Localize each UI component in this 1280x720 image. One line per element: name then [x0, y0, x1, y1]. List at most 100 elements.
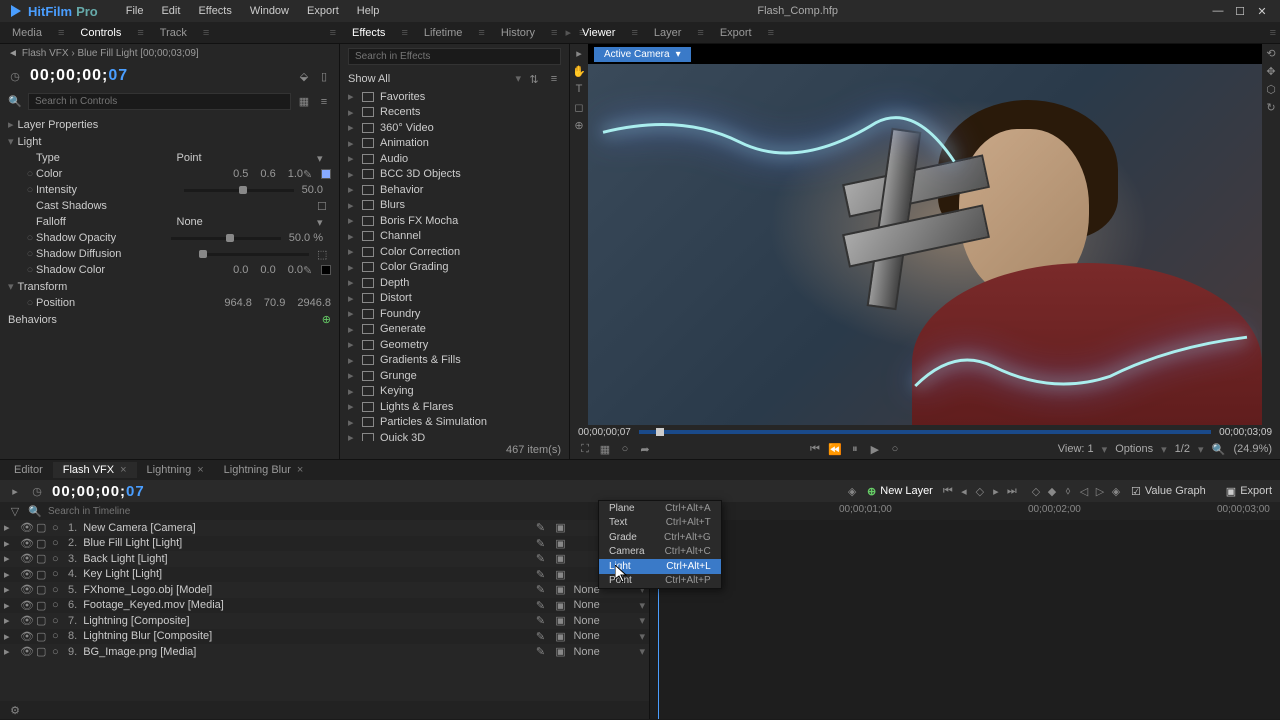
edit-icon[interactable]: ✎: [533, 521, 547, 535]
visibility-icon[interactable]: 👁: [20, 599, 30, 612]
viewer-resolution[interactable]: 1/2: [1175, 443, 1190, 455]
cube-icon[interactable]: ▢: [36, 537, 46, 550]
tab-handle-icon[interactable]: ≡: [54, 27, 68, 39]
tab-handle-icon[interactable]: ≡: [764, 27, 778, 39]
prev-frame-icon[interactable]: ⏪: [828, 442, 842, 456]
chevron-down-icon[interactable]: ▾: [639, 645, 645, 658]
cube-icon[interactable]: ▢: [36, 645, 46, 658]
cube-icon[interactable]: ▢: [36, 599, 46, 612]
back-icon[interactable]: ◄: [8, 48, 18, 59]
tab-handle-icon[interactable]: ≡: [547, 27, 561, 39]
effects-folder[interactable]: ▸Behavior: [340, 182, 569, 198]
expand-icon[interactable]: ▸: [4, 614, 14, 627]
tab-lifetime[interactable]: Lifetime: [412, 24, 475, 42]
lock-icon[interactable]: ○: [52, 599, 62, 611]
menu-window[interactable]: Window: [242, 3, 297, 19]
kf-smooth-icon[interactable]: ◈: [1109, 484, 1123, 498]
cube-icon[interactable]: ▢: [36, 630, 46, 643]
lock-icon[interactable]: ○: [52, 553, 62, 565]
effects-folder[interactable]: ▸360° Video: [340, 120, 569, 136]
cube-icon[interactable]: ▢: [36, 614, 46, 627]
timeline-layer[interactable]: ▸👁▢○3.Back Light [Light]✎▣▾: [0, 551, 649, 567]
blend-mode-dropdown[interactable]: None: [573, 646, 633, 658]
visibility-icon[interactable]: 👁: [20, 537, 30, 550]
group-layer-properties[interactable]: ▸Layer Properties: [0, 116, 339, 133]
visibility-icon[interactable]: 👁: [20, 568, 30, 581]
viewer-content[interactable]: [588, 64, 1262, 425]
mask-tool-icon[interactable]: ◻: [572, 100, 586, 114]
kf-hold-icon[interactable]: ⬨: [1061, 484, 1075, 498]
tab-handle-icon[interactable]: ≡: [474, 27, 488, 39]
pause-icon[interactable]: ⏸: [848, 442, 862, 456]
add-kf-icon[interactable]: ◇: [973, 484, 987, 498]
cube-icon[interactable]: ▢: [36, 521, 46, 534]
orbit-icon[interactable]: ⟲: [1264, 46, 1278, 60]
export-button[interactable]: ▣Export: [1226, 485, 1272, 498]
keyframe-toggle-icon[interactable]: ○: [24, 184, 36, 196]
first-kf-icon[interactable]: ⏮: [941, 484, 955, 498]
timeline-layer[interactable]: ▸👁▢○9.BG_Image.png [Media]✎▣None▾: [0, 644, 649, 660]
keyframe-toggle-icon[interactable]: ○: [24, 264, 36, 276]
keyframe-toggle-icon[interactable]: ○: [24, 168, 36, 180]
eyedropper-icon[interactable]: ✎: [303, 264, 317, 277]
sort-icon[interactable]: ⇅: [527, 72, 541, 86]
list-view-icon[interactable]: ▦: [297, 95, 311, 109]
effects-folder[interactable]: ▸Color Correction: [340, 244, 569, 260]
hand-tool-icon[interactable]: ✋: [572, 64, 586, 78]
mask-icon[interactable]: ▣: [553, 521, 567, 535]
close-icon[interactable]: ×: [120, 464, 126, 476]
timecode[interactable]: 00;00;00;07: [30, 67, 128, 85]
effects-folder[interactable]: ▸Color Grading: [340, 260, 569, 276]
tab-history[interactable]: History: [489, 24, 547, 42]
expand-icon[interactable]: ▸: [4, 552, 14, 565]
context-menu-item[interactable]: GradeCtrl+Alt+G: [599, 530, 721, 545]
lock-icon[interactable]: ○: [52, 646, 62, 658]
mask-icon[interactable]: ▣: [553, 629, 567, 643]
timeline-layer[interactable]: ▸👁▢○2.Blue Fill Light [Light]✎▣▾: [0, 536, 649, 552]
cube-icon[interactable]: ▢: [36, 552, 46, 565]
tab-viewer[interactable]: Viewer: [570, 24, 627, 42]
color-values[interactable]: 0.50.61.0: [233, 168, 303, 180]
kf-linear-icon[interactable]: ◇: [1029, 484, 1043, 498]
last-kf-icon[interactable]: ⏭: [1005, 484, 1019, 498]
viewer-options[interactable]: Options: [1115, 443, 1153, 455]
expand-icon[interactable]: ▸: [4, 568, 14, 581]
color-swatch[interactable]: [321, 265, 331, 275]
tab-handle-icon[interactable]: ≡: [397, 27, 411, 39]
expand-icon[interactable]: ▸: [4, 630, 14, 643]
kf-ease-out-icon[interactable]: ▷: [1093, 484, 1107, 498]
select-tool-icon[interactable]: ▸: [8, 484, 22, 498]
mask-icon[interactable]: ▣: [553, 583, 567, 597]
position-values[interactable]: 964.870.92946.8: [224, 297, 331, 309]
mask-icon[interactable]: ▣: [553, 598, 567, 612]
edit-icon[interactable]: ✎: [533, 614, 547, 628]
export-frame-icon[interactable]: ➦: [638, 442, 652, 456]
intensity-slider[interactable]: [184, 189, 294, 192]
effects-folder[interactable]: ▸Foundry: [340, 306, 569, 322]
tab-layer[interactable]: Layer: [642, 24, 694, 42]
effects-folder[interactable]: ▸Channel: [340, 229, 569, 245]
type-dropdown[interactable]: Point: [177, 152, 318, 164]
loop-icon[interactable]: ○: [888, 442, 902, 456]
edit-icon[interactable]: ✎: [533, 598, 547, 612]
menu-help[interactable]: Help: [349, 3, 388, 19]
menu-effects[interactable]: Effects: [190, 3, 239, 19]
context-menu-item[interactable]: PointCtrl+Alt+P: [599, 574, 721, 589]
mask-icon[interactable]: ▣: [553, 645, 567, 659]
checkbox[interactable]: ☐: [317, 200, 331, 213]
chevron-down-icon[interactable]: ▾: [515, 72, 521, 86]
context-menu-item[interactable]: LightCtrl+Alt+L: [599, 559, 721, 574]
track-tool-icon[interactable]: ⊕: [572, 118, 586, 132]
select-tool-icon[interactable]: ▸: [572, 46, 586, 60]
clock-icon[interactable]: ◷: [8, 69, 22, 83]
color-swatch[interactable]: [321, 169, 331, 179]
edit-icon[interactable]: ✎: [533, 536, 547, 550]
tl-tab-editor[interactable]: Editor: [4, 462, 53, 478]
chevron-down-icon[interactable]: ▾: [639, 614, 645, 627]
close-icon[interactable]: ×: [197, 464, 203, 476]
timeline-search-input[interactable]: [48, 506, 641, 517]
kf-ease-in-icon[interactable]: ◁: [1077, 484, 1091, 498]
expand-icon[interactable]: ▸: [4, 583, 14, 596]
lock-icon[interactable]: ○: [52, 584, 62, 596]
context-menu-item[interactable]: PlaneCtrl+Alt+A: [599, 501, 721, 516]
